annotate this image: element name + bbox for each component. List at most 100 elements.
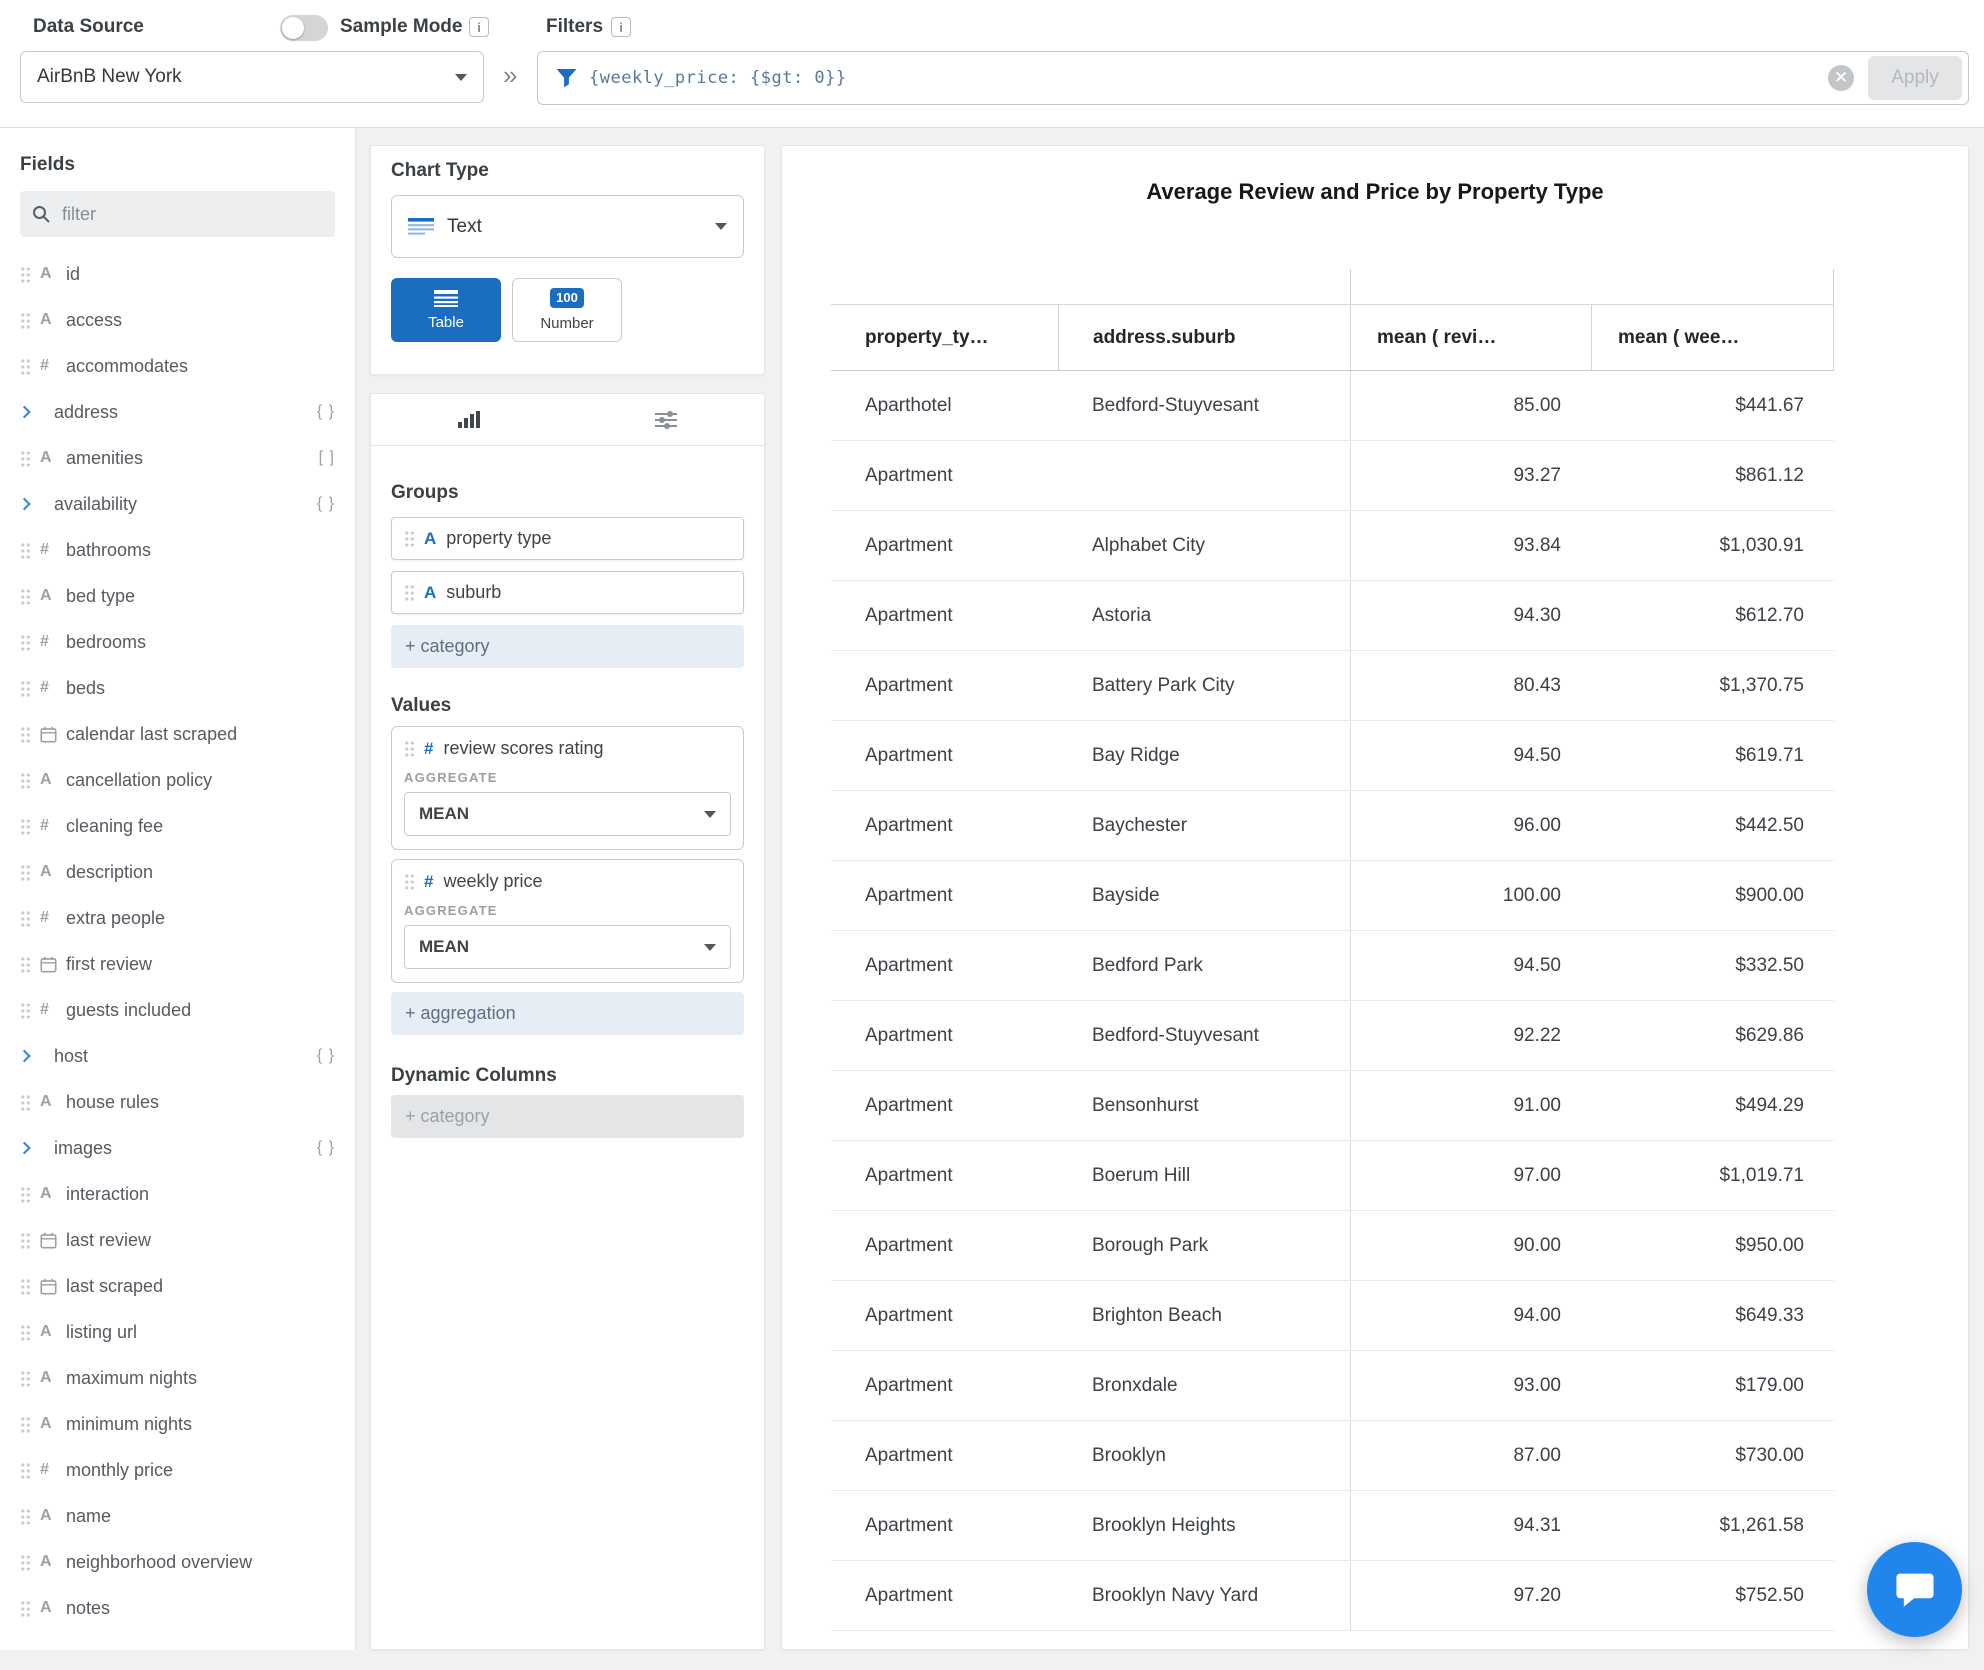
clear-filter-icon[interactable]: ✕ [1828,65,1854,91]
field-item[interactable]: # cleaning fee [20,803,335,849]
field-search[interactable] [20,191,335,237]
value-field-row[interactable]: # review scores rating [404,738,731,759]
field-label: monthly price [66,1459,174,1480]
collapse-chevrons-icon[interactable]: » [503,62,517,88]
expand-chevron-icon[interactable] [20,1049,54,1063]
field-item[interactable]: last review [20,1217,335,1263]
field-item[interactable]: Ainteraction [20,1171,335,1217]
add-aggregation-button[interactable]: + aggregation [391,992,744,1035]
data-source-select[interactable]: AirBnB New York [20,51,484,103]
apply-button[interactable]: Apply [1868,56,1962,100]
field-item[interactable]: host { } [20,1033,335,1079]
field-item[interactable]: Aname [20,1493,335,1539]
aggregate-select[interactable]: MEAN [404,925,731,969]
table-row: Apartment Bayside 100.00 $900.00 [831,861,1834,931]
field-item[interactable]: # bathrooms [20,527,335,573]
column-header[interactable]: property_ty… [831,305,1058,370]
field-item[interactable]: Amaximum nights [20,1355,335,1401]
sample-mode-toggle[interactable] [280,15,328,41]
field-item[interactable]: # monthly price [20,1447,335,1493]
table-cell: Bedford Park [1058,931,1351,1000]
field-item[interactable]: Aaccess [20,297,335,343]
field-item[interactable]: Aminimum nights [20,1401,335,1447]
table-cell: $900.00 [1735,884,1804,906]
date-field-icon [40,726,66,743]
table-cell: Baychester [1058,791,1351,860]
add-category-button[interactable]: + category [391,625,744,668]
chart-type-card: Chart Type Text Table 100 Number [370,145,765,375]
field-item[interactable]: address { } [20,389,335,435]
field-item[interactable]: Aneighborhood overview [20,1539,335,1585]
aggregate-select[interactable]: MEAN [404,792,731,836]
field-item[interactable]: calendar last scraped [20,711,335,757]
table-cell: Apartment [865,604,953,626]
subtype-table-button[interactable]: Table [391,278,501,342]
column-header[interactable]: mean ( wee… [1591,305,1834,370]
column-resize-ticks [831,269,1834,304]
number-field-icon: # [40,679,49,696]
field-item[interactable]: # guests included [20,987,335,1033]
chart-type-select[interactable]: Text [391,195,744,258]
drag-handle-icon [20,1507,31,1525]
filters-label: Filters [546,16,604,37]
field-item[interactable]: first review [20,941,335,987]
field-item[interactable]: # accommodates [20,343,335,389]
field-item[interactable]: Aid [20,251,335,297]
subtype-number-button[interactable]: 100 Number [512,278,622,342]
data-source-label: Data Source [33,16,144,37]
field-item[interactable]: last scraped [20,1263,335,1309]
field-item[interactable]: # bedrooms [20,619,335,665]
bar-chart-icon [458,411,481,428]
expand-chevron-icon[interactable] [20,405,54,419]
filter-query-input[interactable]: {weekly_price: {$gt: 0}} [589,68,847,88]
table-row: Apartment 93.27 $861.12 [831,441,1834,511]
field-label: last scraped [66,1275,164,1296]
field-item[interactable]: Acancellation policy [20,757,335,803]
table-header: property_ty… address.suburb mean ( revi… me… [831,304,1834,371]
tab-encode[interactable] [371,394,568,445]
field-search-input[interactable] [60,202,323,226]
field-item[interactable]: availability { } [20,481,335,527]
drag-handle-icon [20,311,31,329]
table-cell: $950.00 [1735,1234,1804,1256]
expand-chevron-icon[interactable] [20,1141,54,1155]
aggregate-label: AGGREGATE [404,903,498,918]
date-field-icon [40,956,66,973]
table-cell: $649.33 [1735,1304,1804,1326]
filters-info-icon[interactable]: i [611,17,631,37]
group-chip[interactable]: Asuburb [391,571,744,614]
number-field-icon: # [40,1001,49,1018]
table-cell: 94.30 [1513,604,1561,626]
field-item[interactable]: Abed type [20,573,335,619]
tab-customize[interactable] [568,394,765,445]
field-item[interactable]: Anotes [20,1585,335,1631]
value-field-row[interactable]: # weekly price [404,871,731,892]
field-kind-badge: { } [316,1139,335,1156]
field-item[interactable]: Alisting url [20,1309,335,1355]
string-field-icon: A [40,311,52,328]
field-label: bedrooms [66,631,147,652]
field-item[interactable]: Aamenities [ ] [20,435,335,481]
filter-bar[interactable]: {weekly_price: {$gt: 0}} ✕ Apply [537,51,1969,105]
column-header[interactable]: mean ( revi… [1351,305,1591,370]
expand-chevron-icon[interactable] [20,497,54,511]
field-item[interactable]: Adescription [20,849,335,895]
text-chart-icon [408,218,434,235]
table-cell: Bedford-Stuyvesant [1058,1001,1351,1070]
field-item[interactable]: images { } [20,1125,335,1171]
string-field-icon: A [40,771,52,788]
sample-mode-info-icon[interactable]: i [469,17,489,37]
field-item[interactable]: # beds [20,665,335,711]
group-chip[interactable]: Aproperty type [391,517,744,560]
table-cell: $1,261.58 [1719,1514,1804,1536]
table-cell: Brooklyn Navy Yard [1058,1561,1351,1630]
table-cell: Apartment [865,814,953,836]
drag-handle-icon [20,1461,31,1479]
column-header[interactable]: address.suburb [1058,305,1351,370]
table-cell: $1,030.91 [1719,534,1804,556]
field-item[interactable]: Ahouse rules [20,1079,335,1125]
field-item[interactable]: # extra people [20,895,335,941]
table-cell: 94.00 [1513,1304,1561,1326]
chat-launcher-button[interactable] [1867,1542,1962,1637]
table-cell: $441.67 [1735,394,1804,416]
